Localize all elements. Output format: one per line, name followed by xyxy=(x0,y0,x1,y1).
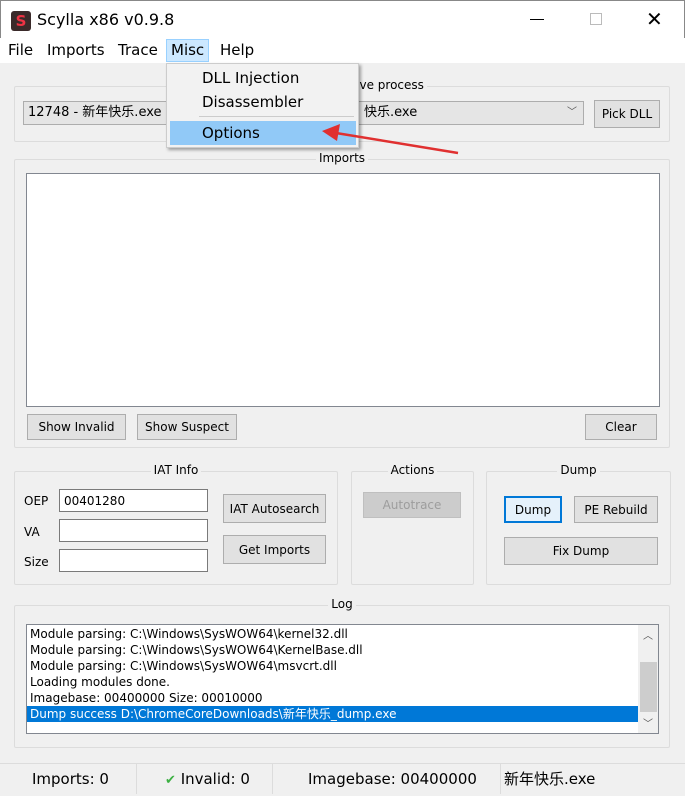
arrow-head xyxy=(322,124,340,141)
arrow-shaft xyxy=(335,131,459,155)
annotation-arrow xyxy=(322,124,459,155)
